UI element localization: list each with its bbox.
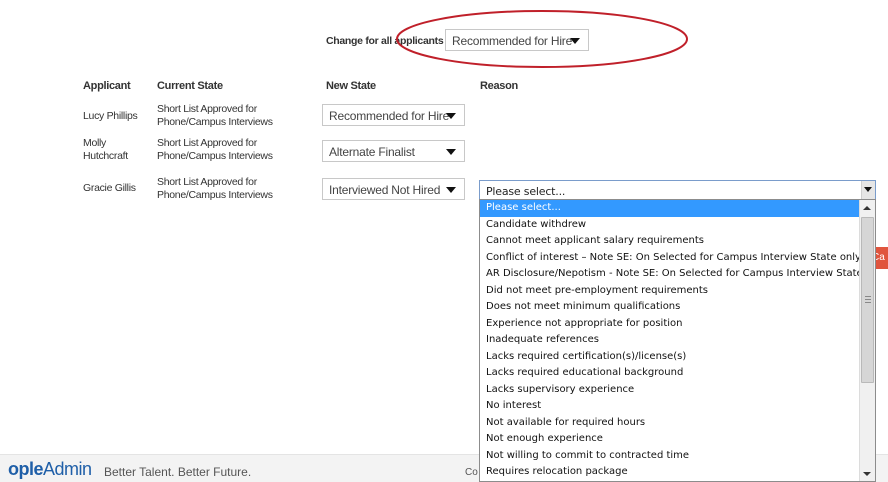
reason-option[interactable]: Experience not appropriate for position [480,316,859,333]
reason-option[interactable]: Inadequate references [480,332,859,349]
current-state: Short List Approved for Phone/Campus Int… [157,137,273,162]
chevron-down-icon [444,146,458,158]
header-new-state: New State [326,80,376,92]
scroll-up-icon[interactable] [860,200,875,216]
brand-logo: opleAdmin [8,459,92,479]
header-current-state: Current State [157,80,223,92]
reason-select[interactable]: Please select... [479,180,876,200]
reason-option[interactable]: Lacks required certification(s)/license(… [480,349,859,366]
header-reason: Reason [480,80,518,92]
reason-option[interactable]: Requires relocation package [480,464,859,481]
reason-option[interactable]: AR Disclosure/Nepotism - Note SE: On Sel… [480,266,875,283]
applicant-name: Lucy Phillips [83,110,138,122]
footer-tagline: Better Talent. Better Future. [104,465,252,479]
reason-option[interactable]: Candidate withdrew [480,217,859,234]
reason-option[interactable]: Not willing to commit to contracted time [480,448,859,465]
chevron-down-icon [444,184,458,196]
reason-select-value: Please select... [486,185,566,198]
new-state-select[interactable]: Interviewed Not Hired [322,178,465,200]
reason-option[interactable]: Please select... [480,200,859,217]
reason-option[interactable]: Conflict of interest – Note SE: On Selec… [480,250,861,267]
new-state-select[interactable]: Alternate Finalist [322,140,465,162]
reason-option[interactable]: Does not meet minimum qualifications [480,299,859,316]
scrollbar-thumb[interactable] [861,217,874,383]
footer-partial-text: Co [465,467,478,478]
reason-option[interactable]: Lacks supervisory experience [480,382,859,399]
current-state: Short List Approved for Phone/Campus Int… [157,103,273,128]
dropdown-scrollbar[interactable] [859,200,875,481]
applicant-name: Gracie Gillis [83,182,136,194]
applicant-name: Molly Hutchcraft [83,137,128,162]
reason-option[interactable]: No interest [480,398,859,415]
reason-option[interactable]: Not enough experience [480,431,859,448]
reason-option[interactable]: Not available for required hours [480,415,859,432]
chevron-down-icon [444,110,458,122]
reason-dropdown-list[interactable]: Please select... Candidate withdrew Cannot… [479,199,876,482]
grip-icon [865,296,871,303]
reason-option[interactable]: Did not meet pre-employment requirements [480,283,859,300]
chevron-down-icon [864,187,872,192]
header-applicant: Applicant [83,80,131,92]
dropdown-arrow-button[interactable] [861,181,875,199]
reason-option[interactable]: Lacks required educational background [480,365,859,382]
reason-option[interactable]: Cannot meet applicant salary requirement… [480,233,859,250]
current-state: Short List Approved for Phone/Campus Int… [157,176,273,201]
reason-options: Please select... Candidate withdrew Cannot… [480,200,875,481]
scroll-down-icon[interactable] [860,465,875,481]
new-state-select[interactable]: Recommended for Hire [322,104,465,126]
annotation-circle [396,10,688,68]
